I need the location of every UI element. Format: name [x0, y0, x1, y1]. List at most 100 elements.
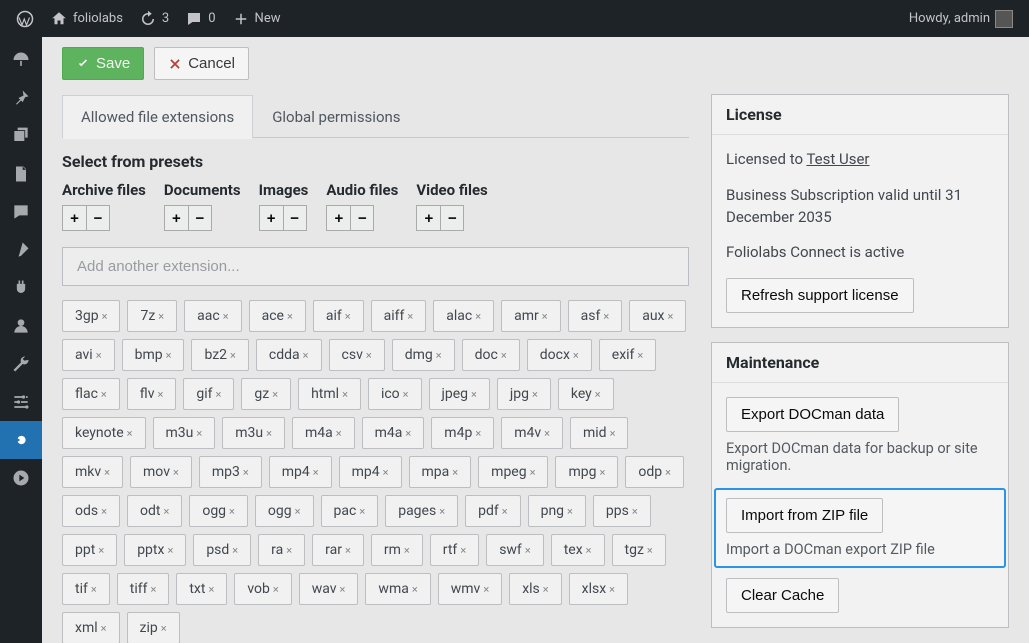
- extension-remove-icon[interactable]: ×: [525, 544, 531, 557]
- extension-remove-icon[interactable]: ×: [632, 505, 638, 518]
- extension-remove-icon[interactable]: ×: [609, 583, 615, 596]
- extension-remove-icon[interactable]: ×: [272, 388, 278, 401]
- sidebar-item-media[interactable]: [0, 117, 42, 155]
- extension-remove-icon[interactable]: ×: [452, 466, 458, 479]
- sidebar-item-pages[interactable]: [0, 155, 42, 193]
- clear-cache-button[interactable]: Clear Cache: [726, 578, 839, 613]
- extension-remove-icon[interactable]: ×: [167, 544, 173, 557]
- extension-remove-icon[interactable]: ×: [345, 310, 351, 323]
- extension-remove-icon[interactable]: ×: [340, 583, 346, 596]
- preset-add-button[interactable]: +: [259, 205, 283, 231]
- preset-remove-button[interactable]: −: [283, 205, 307, 231]
- extension-remove-icon[interactable]: ×: [313, 466, 319, 479]
- preset-remove-button[interactable]: −: [86, 205, 110, 231]
- extension-remove-icon[interactable]: ×: [127, 427, 133, 440]
- extension-remove-icon[interactable]: ×: [475, 427, 481, 440]
- extension-remove-icon[interactable]: ×: [647, 544, 653, 557]
- comments-link[interactable]: 0: [177, 0, 223, 37]
- extension-remove-icon[interactable]: ×: [595, 388, 601, 401]
- extension-remove-icon[interactable]: ×: [223, 310, 229, 323]
- extension-remove-icon[interactable]: ×: [436, 349, 442, 362]
- extension-remove-icon[interactable]: ×: [483, 583, 489, 596]
- refresh-license-button[interactable]: Refresh support license: [726, 278, 914, 313]
- extension-remove-icon[interactable]: ×: [158, 310, 164, 323]
- preset-add-button[interactable]: +: [326, 205, 350, 231]
- extension-remove-icon[interactable]: ×: [336, 427, 342, 440]
- extension-remove-icon[interactable]: ×: [366, 349, 372, 362]
- sidebar-item-video[interactable]: [0, 459, 42, 497]
- extension-remove-icon[interactable]: ×: [530, 466, 536, 479]
- extension-remove-icon[interactable]: ×: [599, 466, 605, 479]
- extension-remove-icon[interactable]: ×: [383, 466, 389, 479]
- updates-link[interactable]: 3: [131, 0, 177, 37]
- tab-0[interactable]: Allowed file extensions: [62, 95, 253, 138]
- wp-logo[interactable]: [8, 0, 42, 37]
- save-button[interactable]: Save: [62, 47, 144, 80]
- extension-remove-icon[interactable]: ×: [208, 583, 214, 596]
- sidebar-item-docman[interactable]: [0, 421, 42, 459]
- extension-remove-icon[interactable]: ×: [303, 349, 309, 362]
- extension-remove-icon[interactable]: ×: [295, 505, 301, 518]
- extension-remove-icon[interactable]: ×: [158, 388, 164, 401]
- extension-remove-icon[interactable]: ×: [573, 349, 579, 362]
- sidebar-item-posts[interactable]: [0, 79, 42, 117]
- new-link[interactable]: New: [224, 0, 289, 37]
- extension-remove-icon[interactable]: ×: [532, 388, 538, 401]
- extension-remove-icon[interactable]: ×: [637, 349, 643, 362]
- extension-remove-icon[interactable]: ×: [243, 466, 249, 479]
- extension-remove-icon[interactable]: ×: [273, 583, 279, 596]
- preset-remove-button[interactable]: −: [440, 205, 464, 231]
- extension-remove-icon[interactable]: ×: [104, 466, 110, 479]
- extension-remove-icon[interactable]: ×: [603, 310, 609, 323]
- extension-remove-icon[interactable]: ×: [668, 310, 674, 323]
- extension-remove-icon[interactable]: ×: [405, 427, 411, 440]
- extension-remove-icon[interactable]: ×: [665, 466, 671, 479]
- extension-remove-icon[interactable]: ×: [542, 310, 548, 323]
- extension-remove-icon[interactable]: ×: [407, 310, 413, 323]
- license-user-link[interactable]: Test User: [806, 150, 869, 168]
- extension-remove-icon[interactable]: ×: [403, 388, 409, 401]
- preset-add-button[interactable]: +: [164, 205, 188, 231]
- extension-remove-icon[interactable]: ×: [163, 505, 169, 518]
- extension-remove-icon[interactable]: ×: [196, 427, 202, 440]
- extension-remove-icon[interactable]: ×: [173, 466, 179, 479]
- extension-remove-icon[interactable]: ×: [404, 544, 410, 557]
- sidebar-item-users[interactable]: [0, 307, 42, 345]
- extension-remove-icon[interactable]: ×: [286, 544, 292, 557]
- extension-remove-icon[interactable]: ×: [586, 544, 592, 557]
- extension-input[interactable]: [62, 247, 689, 286]
- extension-remove-icon[interactable]: ×: [359, 505, 365, 518]
- extension-remove-icon[interactable]: ×: [102, 310, 108, 323]
- export-data-button[interactable]: Export DOCman data: [726, 397, 899, 432]
- extension-remove-icon[interactable]: ×: [439, 505, 445, 518]
- sidebar-item-appearance[interactable]: [0, 231, 42, 269]
- extension-remove-icon[interactable]: ×: [475, 310, 481, 323]
- extension-remove-icon[interactable]: ×: [150, 583, 156, 596]
- preset-add-button[interactable]: +: [416, 205, 440, 231]
- extension-remove-icon[interactable]: ×: [91, 583, 97, 596]
- site-link[interactable]: foliolabs: [42, 0, 131, 37]
- extension-remove-icon[interactable]: ×: [460, 544, 466, 557]
- extension-remove-icon[interactable]: ×: [567, 505, 573, 518]
- extension-remove-icon[interactable]: ×: [287, 310, 293, 323]
- extension-remove-icon[interactable]: ×: [96, 349, 102, 362]
- account-link[interactable]: Howdy, admin: [901, 0, 1021, 37]
- extension-remove-icon[interactable]: ×: [501, 349, 507, 362]
- extension-remove-icon[interactable]: ×: [230, 349, 236, 362]
- extension-remove-icon[interactable]: ×: [502, 505, 508, 518]
- extension-remove-icon[interactable]: ×: [101, 388, 107, 401]
- extension-remove-icon[interactable]: ×: [543, 583, 549, 596]
- extension-remove-icon[interactable]: ×: [412, 583, 418, 596]
- sidebar-item-settings[interactable]: [0, 383, 42, 421]
- cancel-button[interactable]: Cancel: [154, 47, 249, 80]
- sidebar-item-comments[interactable]: [0, 193, 42, 231]
- extension-remove-icon[interactable]: ×: [161, 622, 167, 635]
- extension-remove-icon[interactable]: ×: [342, 388, 348, 401]
- extension-remove-icon[interactable]: ×: [216, 388, 222, 401]
- extension-remove-icon[interactable]: ×: [166, 349, 172, 362]
- sidebar-item-dashboard[interactable]: [0, 41, 42, 79]
- extension-remove-icon[interactable]: ×: [544, 427, 550, 440]
- extension-remove-icon[interactable]: ×: [98, 544, 104, 557]
- tab-1[interactable]: Global permissions: [253, 95, 419, 138]
- preset-remove-button[interactable]: −: [188, 205, 212, 231]
